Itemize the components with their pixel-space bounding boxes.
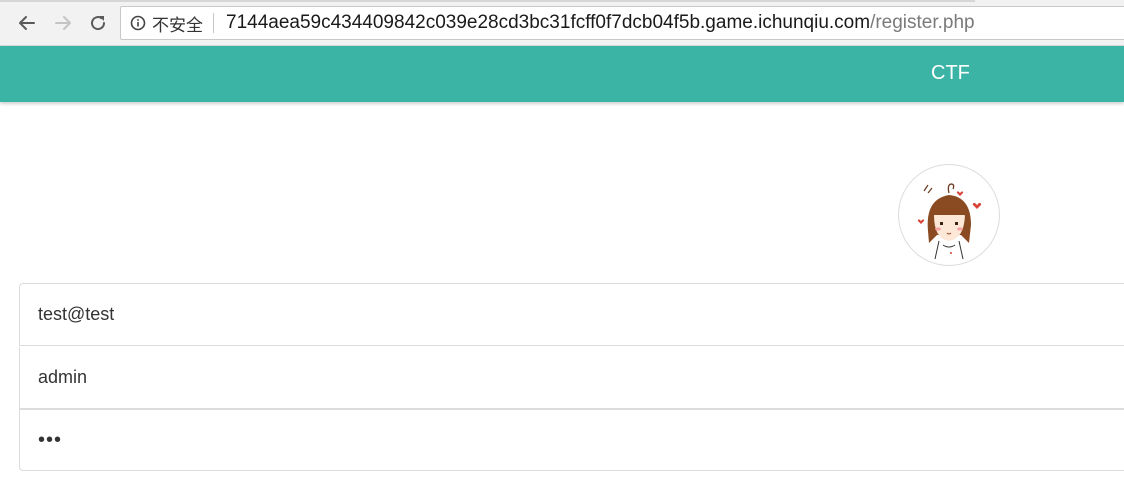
- back-button[interactable]: [14, 9, 40, 37]
- browser-toolbar: 不安全 7144aea59c434409842c039e28cd3bc31fcf…: [0, 0, 1124, 46]
- url-host: 7144aea59c434409842c039e28cd3bc31fcff0f7…: [226, 12, 871, 33]
- username-input[interactable]: [20, 347, 1124, 408]
- email-field[interactable]: [19, 283, 1124, 346]
- password-input[interactable]: [20, 410, 1124, 470]
- info-icon[interactable]: [130, 15, 146, 31]
- tab-strip-edge: [0, 0, 975, 2]
- url-path: /register.php: [870, 12, 975, 33]
- arrow-right-icon: [55, 16, 71, 30]
- cartoon-girl-avatar-icon: [917, 183, 982, 260]
- address-bar[interactable]: 不安全 7144aea59c434409842c039e28cd3bc31fcf…: [120, 6, 1124, 40]
- security-label[interactable]: 不安全: [152, 11, 203, 36]
- username-field[interactable]: [19, 347, 1124, 409]
- site-navbar: CTF: [0, 46, 1124, 102]
- password-field[interactable]: [19, 409, 1124, 471]
- reload-icon: [91, 16, 106, 31]
- brand-link[interactable]: CTF: [931, 62, 970, 85]
- reload-button[interactable]: [85, 9, 111, 37]
- arrow-left-icon: [19, 16, 35, 30]
- email-input[interactable]: [20, 284, 1124, 345]
- address-divider: [213, 13, 214, 33]
- avatar: [898, 164, 1000, 266]
- forward-button[interactable]: [50, 9, 76, 37]
